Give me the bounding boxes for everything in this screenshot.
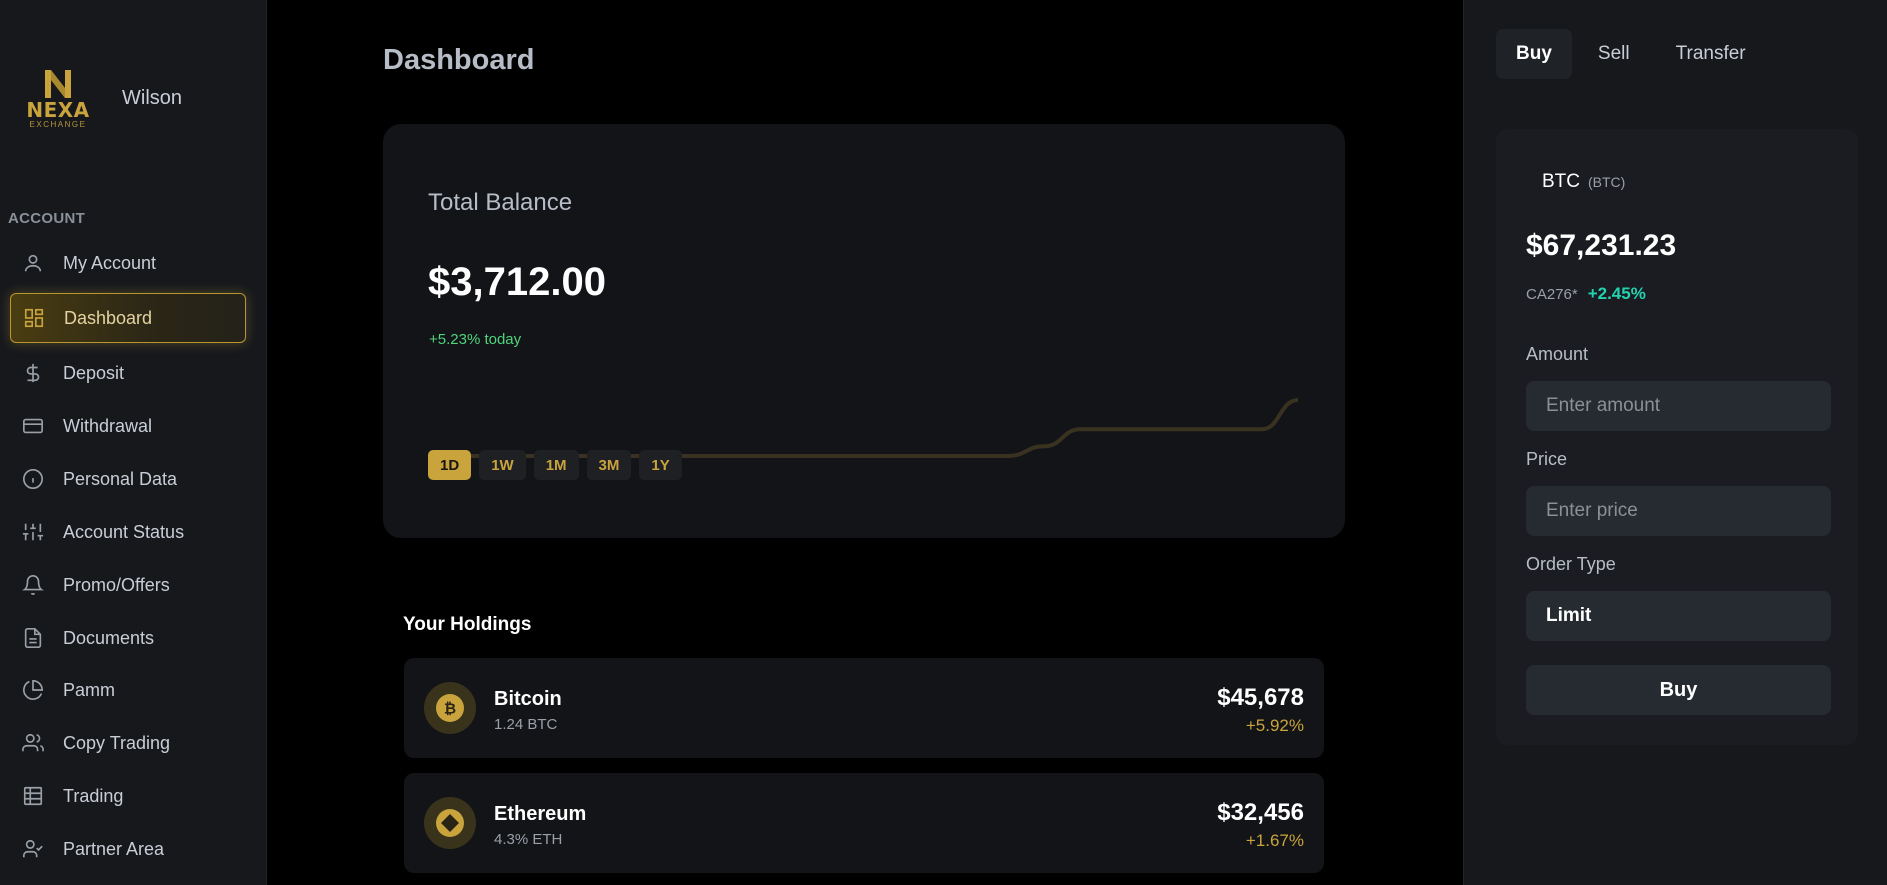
nexa-logo[interactable]: NEXA EXCHANGE (24, 64, 92, 132)
document-icon (20, 625, 46, 651)
page-title: Dashboard (383, 44, 535, 76)
bell-icon (20, 572, 46, 598)
range-1y-button[interactable]: 1Y (639, 450, 682, 480)
range-1m-button[interactable]: 1M (533, 450, 579, 480)
holdings-title: Your Holdings (403, 614, 532, 635)
sidebar-item-label: Documents (63, 627, 155, 648)
amount-input[interactable] (1526, 381, 1831, 431)
sidebar-item-copy-trading[interactable]: Copy Trading (10, 718, 246, 768)
coin-amount: 1.24 BTC (494, 716, 558, 733)
sidebar-item-promo-offers[interactable]: Promo/Offers (10, 560, 246, 610)
pair-subtitle: (BTC) (1588, 174, 1626, 190)
sidebar-item-label: Withdrawal (63, 415, 153, 436)
logo-mark-icon (45, 69, 71, 98)
info-icon (20, 466, 46, 492)
price-input[interactable] (1526, 486, 1831, 536)
sidebar-item-label: Pamm (63, 679, 116, 700)
trading-pair[interactable]: BTC (BTC) (1542, 171, 1625, 193)
balance-label: Total Balance (428, 189, 573, 216)
range-1w-button[interactable]: 1W (479, 450, 526, 480)
sidebar-item-account-status[interactable]: Account Status (10, 507, 246, 557)
sidebar-item-trading[interactable]: Trading (10, 771, 246, 821)
price-change: +2.45% (1587, 284, 1646, 303)
sidebar-item-personal-data[interactable]: Personal Data (10, 454, 246, 504)
order-type-value: Limit (1546, 605, 1592, 626)
coin-change: +5.92% (1245, 716, 1304, 735)
pie-chart-icon (20, 677, 46, 703)
coin-value: $32,456 (1217, 799, 1304, 826)
tab-buy[interactable]: Buy (1496, 29, 1572, 79)
sidebar: NEXA EXCHANGE Wilson ACCOUNT My Account … (0, 0, 267, 885)
amount-label: Amount (1526, 344, 1589, 364)
current-price: $67,231.23 (1526, 229, 1677, 262)
balance-series-line (428, 398, 1298, 458)
coin-value: $45,678 (1217, 684, 1304, 711)
coin-change: +1.67% (1245, 831, 1304, 850)
user-name: Wilson (122, 86, 183, 109)
coin-name: Ethereum (494, 803, 587, 825)
sidebar-item-label: Dashboard (64, 307, 153, 328)
sidebar-item-label: Promo/Offers (63, 574, 170, 595)
price-label: Price (1526, 449, 1568, 469)
users-icon (20, 730, 46, 756)
sidebar-item-label: Account Status (63, 521, 185, 542)
bitcoin-icon: ₿ (424, 682, 476, 734)
card-icon (20, 413, 46, 439)
account-section-label: ACCOUNT (8, 210, 86, 227)
sidebar-item-label: Trading (63, 785, 124, 806)
tab-transfer[interactable]: Transfer (1656, 29, 1766, 79)
balance-change: +5.23% today (429, 331, 522, 348)
sidebar-item-withdrawal[interactable]: Withdrawal (10, 401, 246, 451)
sidebar-item-partner-area[interactable]: Partner Area (10, 824, 246, 874)
price-code: CA276* (1526, 286, 1578, 303)
sidebar-item-label: Copy Trading (63, 732, 171, 753)
user-check-icon (20, 836, 46, 862)
trade-form-card: BTC (BTC) $67,231.23 CA276* +2.45% Amoun… (1496, 129, 1858, 745)
sidebar-item-pamm[interactable]: Pamm (10, 665, 246, 715)
sidebar-item-documents[interactable]: Documents (10, 613, 246, 663)
holding-row-ethereum[interactable]: Ethereum 4.3% ETH $32,456 +1.67% (404, 773, 1324, 873)
coin-name: Bitcoin (494, 688, 562, 710)
grid-icon (21, 305, 47, 331)
brand: NEXA EXCHANGE Wilson (24, 64, 182, 132)
tab-sell[interactable]: Sell (1578, 29, 1650, 79)
sidebar-item-label: Personal Data (63, 468, 178, 489)
table-icon (20, 783, 46, 809)
order-type-select[interactable]: Limit (1526, 591, 1831, 641)
order-type-label: Order Type (1526, 554, 1616, 574)
sidebar-item-label: My Account (63, 252, 157, 273)
user-icon (20, 250, 46, 276)
sidebar-item-deposit[interactable]: Deposit (10, 348, 246, 398)
holding-row-bitcoin[interactable]: ₿ Bitcoin 1.24 BTC $45,678 +5.92% (404, 658, 1324, 758)
coin-amount: 4.3% ETH (494, 831, 563, 848)
total-balance-card: Total Balance $3,712.00 +5.23% today 1D … (383, 124, 1345, 538)
pair-symbol: BTC (1542, 171, 1580, 192)
logo-text: NEXA (26, 97, 90, 122)
balance-value: $3,712.00 (428, 260, 606, 304)
sidebar-item-my-account[interactable]: My Account (10, 238, 246, 288)
time-range-selector: 1D 1W 1M 3M 1Y (428, 450, 682, 480)
buy-button[interactable]: Buy (1526, 665, 1831, 715)
sliders-icon (20, 519, 46, 545)
sidebar-item-label: Partner Area (63, 838, 165, 859)
price-meta: CA276* +2.45% (1526, 284, 1646, 304)
range-1d-button[interactable]: 1D (428, 450, 472, 480)
sidebar-item-label: Deposit (63, 362, 125, 383)
balance-line-chart (428, 398, 1298, 458)
svg-text:₿: ₿ (444, 700, 456, 718)
logo-subtext: EXCHANGE (29, 119, 87, 129)
ethereum-icon (424, 797, 476, 849)
trade-panel: Buy Sell Transfer BTC (BTC) $67,231.23 C… (1463, 0, 1887, 885)
sidebar-item-dashboard[interactable]: Dashboard (10, 293, 246, 343)
range-3m-button[interactable]: 3M (586, 450, 632, 480)
dollar-icon (20, 360, 46, 386)
trade-tabs: Buy Sell Transfer (1496, 29, 1766, 79)
